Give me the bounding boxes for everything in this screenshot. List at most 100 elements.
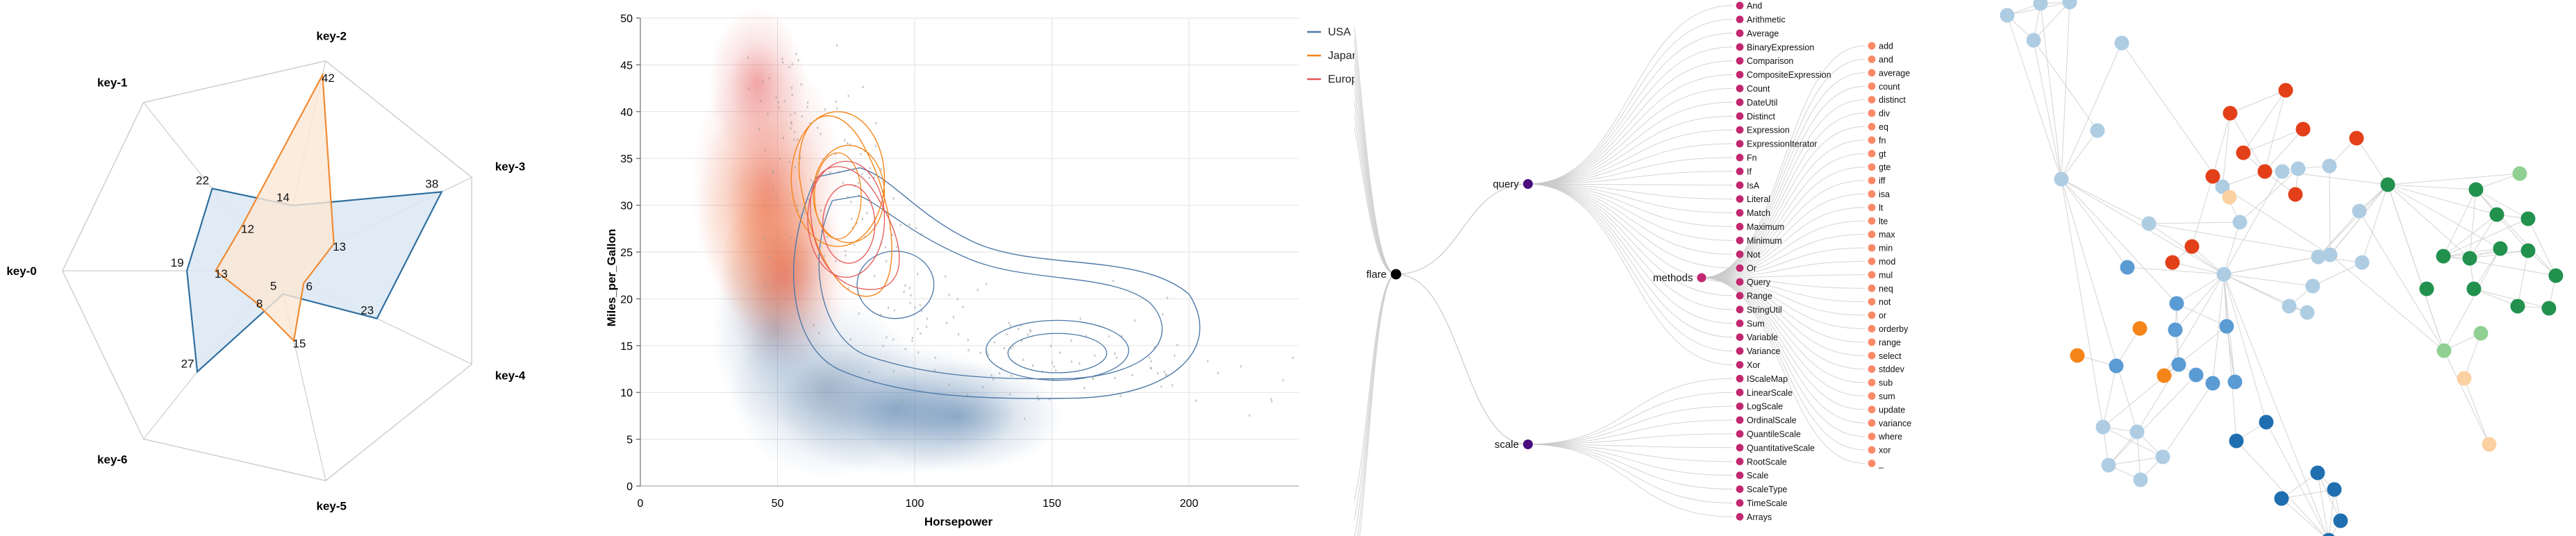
tree-leaf-dot[interactable]: [1736, 278, 1744, 286]
tree-inner-node[interactable]: methods: [1653, 272, 1706, 284]
tree-leaf-dot[interactable]: [1736, 333, 1744, 341]
tree-leaf-dot[interactable]: [1868, 82, 1876, 90]
tree-leaf-dot[interactable]: [1868, 176, 1876, 185]
tree-nodes[interactable]: And Arithmetic Average BinaryExpression Comp…: [1366, 1, 1911, 522]
tree-node-dot[interactable]: [1390, 269, 1402, 280]
network-node[interactable]: [2155, 449, 2170, 464]
tree-leaf[interactable]: sum: [1868, 392, 1895, 401]
network-node[interactable]: [2295, 122, 2311, 137]
network-node[interactable]: [2229, 433, 2244, 449]
tree-leaf-dot[interactable]: [1736, 29, 1744, 37]
tree-leaf[interactable]: fn: [1868, 135, 1886, 145]
network-node[interactable]: [2473, 326, 2488, 341]
network-node[interactable]: [2327, 482, 2342, 497]
network-node[interactable]: [2462, 251, 2477, 266]
tree-inner-node[interactable]: query: [1493, 178, 1533, 190]
tree-leaf[interactable]: Scale: [1736, 471, 1769, 480]
network-node[interactable]: [2095, 419, 2111, 435]
tree-leaf-dot[interactable]: [1736, 264, 1744, 272]
tree-leaf-dot[interactable]: [1868, 56, 1876, 63]
tree-leaf[interactable]: IsA: [1736, 181, 1760, 190]
tree-leaf-dot[interactable]: [1868, 460, 1876, 467]
tree-leaf-dot[interactable]: [1868, 163, 1876, 171]
tree-leaf[interactable]: xor: [1868, 446, 1891, 455]
network-node[interactable]: [2132, 321, 2147, 336]
tree-leaf-dot[interactable]: [1736, 416, 1744, 424]
network-node[interactable]: [2219, 319, 2234, 334]
tree-leaf[interactable]: Count: [1736, 84, 1770, 94]
network-node[interactable]: [2333, 513, 2348, 528]
tree-leaf-dot[interactable]: [1868, 217, 1876, 225]
network-node[interactable]: [2090, 123, 2105, 138]
tree-leaf-dot[interactable]: [1868, 351, 1876, 360]
tree-leaf[interactable]: iff: [1868, 176, 1886, 186]
tree-leaf-dot[interactable]: [1736, 236, 1744, 244]
tree-leaf[interactable]: Maximum: [1736, 222, 1785, 232]
network-node[interactable]: [2291, 161, 2306, 176]
tree-leaf[interactable]: Minimum: [1736, 236, 1782, 246]
network-node[interactable]: [2300, 305, 2315, 320]
network-node[interactable]: [2109, 358, 2124, 374]
network-node[interactable]: [2259, 414, 2274, 430]
network-node[interactable]: [2349, 131, 2364, 146]
tree-leaf[interactable]: min: [1868, 244, 1893, 253]
tree-leaf[interactable]: Comparison: [1736, 56, 1794, 66]
tree-leaf-dot[interactable]: [1868, 405, 1876, 414]
tree-leaf[interactable]: TimeScale: [1736, 499, 1788, 508]
network-node[interactable]: [2205, 169, 2220, 184]
tree-leaf-dot[interactable]: [1736, 319, 1744, 328]
tree-leaf[interactable]: neq: [1868, 284, 1893, 294]
tree-leaf-dot[interactable]: [1736, 430, 1744, 438]
tree-leaf[interactable]: orderby: [1868, 324, 1909, 334]
tree-leaf-dot[interactable]: [1736, 15, 1744, 24]
tree-leaf-dot[interactable]: [1868, 190, 1876, 198]
network-node[interactable]: [2288, 187, 2303, 202]
network-node[interactable]: [2114, 35, 2129, 51]
tree-leaf[interactable]: average: [1868, 68, 1911, 78]
network-node[interactable]: [2278, 83, 2293, 98]
tree-leaf-dot[interactable]: [1868, 244, 1876, 252]
tree-leaf[interactable]: OrdinalScale: [1736, 416, 1797, 426]
tree-leaf[interactable]: Sum: [1736, 319, 1765, 328]
density-legend-label[interactable]: Japan: [1328, 50, 1354, 62]
network-node[interactable]: [2227, 374, 2243, 390]
tree-leaf-dot[interactable]: [1736, 499, 1744, 507]
network-node[interactable]: [2054, 171, 2069, 187]
tree-leaf[interactable]: BinaryExpression: [1736, 42, 1815, 52]
tree-leaf-dot[interactable]: [1736, 444, 1744, 452]
tree-leaf[interactable]: max: [1868, 230, 1896, 240]
tree-leaf-dot[interactable]: [1868, 96, 1876, 104]
network-node[interactable]: [2482, 437, 2497, 452]
network-node[interactable]: [2548, 268, 2563, 283]
network-node[interactable]: [2419, 281, 2434, 296]
tree-leaf[interactable]: Distinct: [1736, 112, 1776, 122]
tree-leaf[interactable]: StringUtil: [1736, 305, 1782, 315]
tree-leaf-dot[interactable]: [1868, 433, 1876, 440]
tree-leaf[interactable]: If: [1736, 167, 1752, 176]
density-legend[interactable]: USA Japan Europe: [1307, 26, 1354, 85]
network-node[interactable]: [2169, 296, 2184, 311]
tree-leaf[interactable]: div: [1868, 109, 1891, 119]
network-node[interactable]: [2466, 281, 2482, 296]
network-node[interactable]: [2232, 215, 2247, 230]
tree-leaf[interactable]: CompositeExpression: [1736, 70, 1831, 80]
tree-leaf[interactable]: RootScale: [1736, 457, 1787, 467]
network-node[interactable]: [2120, 260, 2135, 275]
tree-leaf-dot[interactable]: [1736, 195, 1744, 203]
tree-leaf-dot[interactable]: [1868, 392, 1876, 400]
tree-leaf-dot[interactable]: [1736, 112, 1744, 120]
network-node[interactable]: [2520, 243, 2536, 258]
network-node[interactable]: [2236, 145, 2251, 160]
tree-leaf[interactable]: LogScale: [1736, 402, 1784, 412]
tree-leaf-dot[interactable]: [1736, 71, 1744, 78]
tree-leaf-dot[interactable]: [1736, 512, 1744, 521]
tree-leaf[interactable]: select: [1868, 351, 1902, 361]
tree-leaf-dot[interactable]: [1868, 338, 1876, 346]
network-node[interactable]: [2188, 367, 2204, 383]
tree-leaf-dot[interactable]: [1736, 292, 1744, 300]
tree-leaf[interactable]: QuantileScale: [1736, 430, 1801, 439]
tree-leaf[interactable]: lte: [1868, 217, 1888, 226]
network-node[interactable]: [2510, 299, 2525, 314]
tree-leaf[interactable]: Variable: [1736, 333, 1778, 342]
network-node[interactable]: [2101, 458, 2116, 473]
